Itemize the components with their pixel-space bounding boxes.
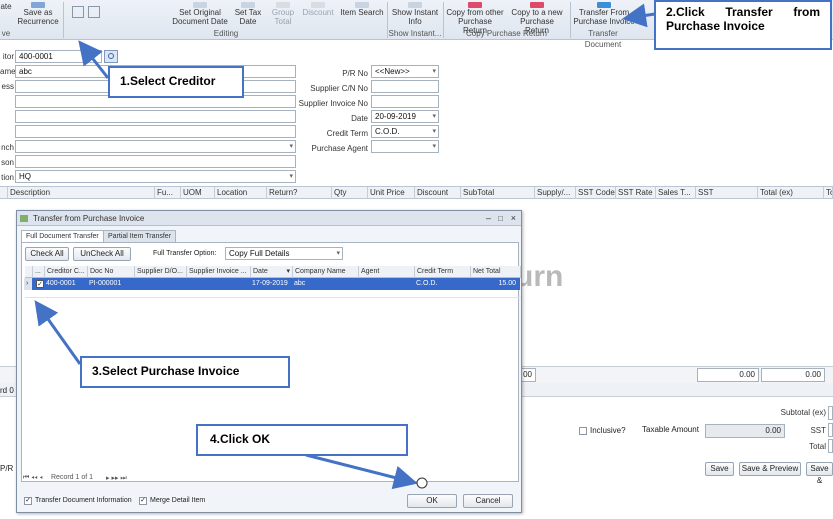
arrow-to-ok-button: [305, 453, 418, 490]
arrow-to-creditor: [78, 40, 110, 79]
mouse-pointer-icon: [416, 477, 428, 489]
callout-select-creditor: 1.Select Creditor: [108, 66, 244, 98]
arrow-to-transfer-button: [622, 3, 656, 28]
arrow-to-invoice-row: [34, 300, 82, 365]
callout-click-ok: 4.Click OK: [196, 424, 408, 456]
callout-select-invoice: 3.Select Purchase Invoice: [80, 356, 290, 388]
callout-click-transfer: 2.Click Transfer from Purchase Invoice: [654, 0, 832, 50]
